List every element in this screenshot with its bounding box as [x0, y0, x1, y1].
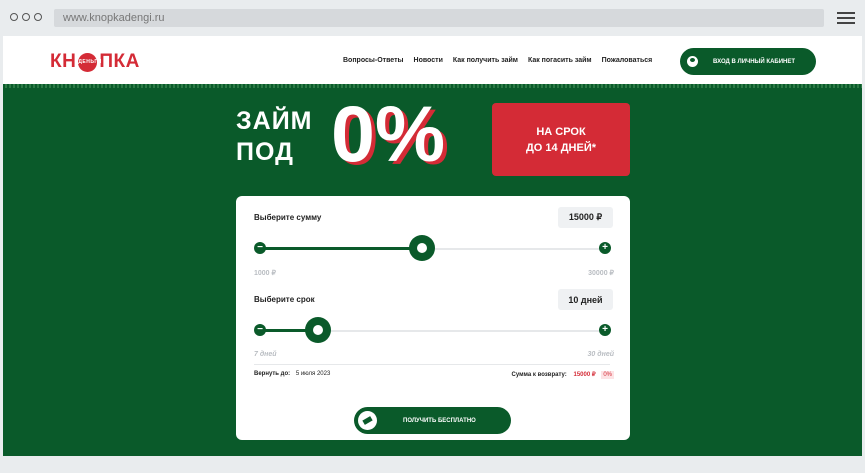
coin-label: ДЕНЬГИ	[78, 58, 102, 65]
sum-percent-badge: 0%	[601, 371, 614, 379]
term-label: Выберите срок	[254, 295, 315, 304]
window-dot[interactable]	[10, 13, 18, 21]
logo-text-left: КН	[50, 51, 77, 72]
promo-line2: ДО 14 ДНЕЙ*	[525, 141, 597, 154]
return-info: Вернуть до: 5 июля 2023	[254, 371, 330, 377]
term-value[interactable]: 10 дней	[558, 289, 613, 310]
return-label: Вернуть до:	[254, 371, 291, 377]
hero-title-line1: ЗАЙМ	[236, 107, 313, 135]
amount-minus-button[interactable]: −	[254, 242, 266, 254]
amount-label: Выберите сумму	[254, 213, 322, 222]
address-bar[interactable]: www.knopkadengi.ru	[54, 9, 824, 27]
amount-fill	[260, 247, 422, 250]
divider	[254, 364, 610, 365]
coin-icon: ДЕНЬГИ	[78, 52, 102, 72]
site: КН ДЕНЬГИ ПКА Вопросы-Ответы Новости Как…	[3, 36, 862, 456]
user-icon	[687, 56, 698, 67]
menu-icon[interactable]	[837, 12, 855, 27]
window-dot[interactable]	[34, 13, 42, 21]
return-date: 5 июля 2023	[295, 371, 331, 377]
window-dot[interactable]	[22, 13, 30, 21]
sum-value: 15000 ₽	[573, 372, 596, 378]
nav-complain[interactable]: Пожаловаться	[602, 57, 653, 64]
nav-how-to-repay[interactable]: Как погасить займ	[528, 57, 592, 64]
logo[interactable]: КН ДЕНЬГИ ПКА	[50, 51, 140, 73]
sum-label: Сумма к возврату:	[511, 372, 567, 378]
hero: ЗАЙМ ПОД 0% НА СРОК ДО 14 ДНЕЙ* Выберите…	[3, 84, 862, 456]
get-loan-button-label: ПОЛУЧИТЬ БЕСПЛАТНО	[403, 417, 476, 424]
hero-rate: 0%	[331, 89, 446, 178]
window-controls	[10, 13, 42, 21]
get-loan-button[interactable]: ПОЛУЧИТЬ БЕСПЛАТНО	[354, 407, 511, 434]
login-button[interactable]: ВХОД В ЛИЧНЫЙ КАБИНЕТ	[680, 48, 816, 75]
amount-plus-button[interactable]: +	[599, 242, 611, 254]
browser-bar: www.knopkadengi.ru	[0, 0, 865, 36]
term-minus-button[interactable]: −	[254, 324, 266, 336]
hero-title: ЗАЙМ ПОД	[236, 106, 313, 168]
money-icon	[358, 411, 377, 430]
promo-line1: НА СРОК	[536, 125, 586, 138]
amount-max: 30000 ₽	[588, 270, 614, 277]
amount-slider-handle[interactable]	[409, 235, 435, 261]
main-nav: Вопросы-Ответы Новости Как получить займ…	[343, 57, 652, 64]
logo-text-right: ПКА	[99, 51, 140, 72]
nav-how-to-get[interactable]: Как получить займ	[453, 57, 518, 64]
promo-badge: НА СРОК ДО 14 ДНЕЙ*	[492, 103, 630, 176]
amount-min: 1000 ₽	[254, 270, 276, 277]
nav-news[interactable]: Новости	[414, 57, 443, 64]
term-max: 30 дней	[587, 351, 614, 358]
amount-value[interactable]: 15000 ₽	[558, 207, 613, 228]
term-min: 7 дней	[254, 351, 277, 358]
term-slider-handle[interactable]	[305, 317, 331, 343]
term-plus-button[interactable]: +	[599, 324, 611, 336]
login-button-label: ВХОД В ЛИЧНЫЙ КАБИНЕТ	[713, 58, 796, 65]
nav-faq[interactable]: Вопросы-Ответы	[343, 57, 404, 64]
site-header: КН ДЕНЬГИ ПКА Вопросы-Ответы Новости Как…	[3, 36, 862, 84]
loan-calculator: Выберите сумму 15000 ₽ − + 1000 ₽ 30000 …	[236, 196, 630, 440]
sum-info: Сумма к возврату: 15000 ₽ 0%	[511, 371, 614, 379]
hero-title-line2: ПОД	[236, 138, 294, 166]
